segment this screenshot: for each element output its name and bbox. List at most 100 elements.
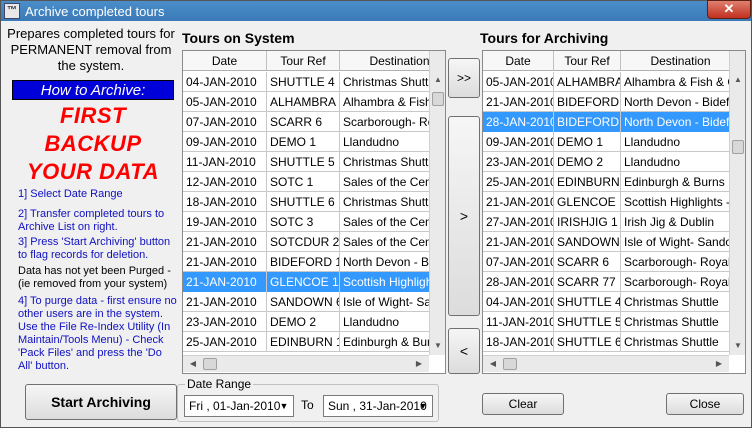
table-row[interactable]: 18-JAN-2010 SHUTTLE 6 Christmas Shuttle: [183, 192, 445, 212]
cell-tour-ref: DEMO 1: [554, 132, 621, 152]
archive-window: ™ Archive completed tours ✕ Prepares com…: [0, 0, 752, 428]
cell-tour-ref: BIDEFORD 1: [554, 92, 621, 112]
system-tours-grid[interactable]: Date Tour Ref Destination 04-JAN-2010 SHU…: [182, 50, 446, 374]
scroll-up-icon[interactable]: ▲: [430, 72, 445, 88]
cell-destination: Alhambra & Fish & Chips: [621, 72, 741, 92]
table-row[interactable]: 07-JAN-2010SCARR 6Scarborough- Royal Hot…: [483, 252, 741, 272]
table-row[interactable]: 12-JAN-2010 SOTC 1 Sales of the Century: [183, 172, 445, 192]
column-header-tour-ref[interactable]: Tour Ref: [267, 51, 340, 71]
cell-tour-ref: EDINBURN 1: [554, 172, 621, 192]
table-row[interactable]: 07-JAN-2010SCARR 6Scarborough- Royal Hot…: [183, 112, 445, 132]
dropdown-arrow-icon[interactable]: ▼: [416, 398, 430, 414]
cell-tour-ref: EDINBURN 1: [267, 332, 340, 352]
table-row[interactable]: 05-JAN-2010ALHAMBRA 2Alhambra & Fish & C…: [483, 72, 741, 92]
cell-destination: Scarborough- Royal Hotel: [621, 272, 741, 292]
move-selected-button[interactable]: >: [448, 116, 480, 316]
cell-date: 21-JAN-2010: [483, 92, 554, 112]
cell-tour-ref: SCARR 6: [267, 112, 340, 132]
table-row[interactable]: 18-JAN-2010 SHUTTLE 6 Christmas Shuttle: [483, 332, 741, 352]
cell-destination: North Devon - Bideford: [621, 112, 741, 132]
cell-tour-ref: SOTC 1: [267, 172, 340, 192]
column-header-tour-ref[interactable]: Tour Ref: [554, 51, 621, 71]
table-row[interactable]: 04-JAN-2010 SHUTTLE 4 Christmas Shuttle: [483, 292, 741, 312]
dropdown-arrow-icon[interactable]: ▼: [277, 398, 291, 414]
column-header-destination[interactable]: Destination: [621, 51, 741, 71]
system-grid-scroll-thumb[interactable]: [432, 92, 444, 106]
cell-tour-ref: DEMO 2: [267, 312, 340, 332]
cell-date: 09-JAN-2010: [483, 132, 554, 152]
system-grid-hscroll-thumb[interactable]: [203, 358, 217, 370]
table-row[interactable]: 28-JAN-2010SCARR 77Scarborough- Royal Ho…: [483, 272, 741, 292]
cell-tour-ref: SHUTTLE 6: [267, 192, 340, 212]
purge-note: Data has not yet been Purged -(ie remove…: [18, 265, 171, 290]
scroll-right-icon[interactable]: ▶: [411, 356, 427, 372]
cell-destination: Christmas Shuttle: [621, 332, 741, 352]
table-row[interactable]: 21-JAN-2010 SOTCDUR 2 Sales of the Century: [183, 232, 445, 252]
scroll-down-icon[interactable]: ▼: [730, 338, 745, 354]
table-row[interactable]: 21-JAN-2010 GLENCOE 1 Scottish Highlights …: [483, 192, 741, 212]
date-to-value: Sun , 31-Jan-2010: [328, 399, 427, 413]
cell-date: 05-JAN-2010: [183, 92, 267, 112]
scroll-left-icon[interactable]: ◀: [485, 356, 501, 372]
title-bar[interactable]: ™ Archive completed tours ✕: [1, 0, 751, 21]
archive-grid-hscroll-thumb[interactable]: [503, 358, 517, 370]
table-row[interactable]: 23-JAN-2010 DEMO 2 Llandudno: [183, 312, 445, 332]
move-all-button[interactable]: >>: [448, 58, 480, 98]
archive-grid-horizontal-scrollbar[interactable]: ◀ ▶: [483, 355, 729, 372]
table-row[interactable]: 19-JAN-2010 SOTC 3 Sales of the Century: [183, 212, 445, 232]
column-header-date[interactable]: Date: [183, 51, 267, 71]
cell-tour-ref: SHUTTLE 5: [267, 152, 340, 172]
description-text: Prepares completed tours for PERMANENT r…: [7, 26, 175, 73]
scroll-down-icon[interactable]: ▼: [430, 338, 445, 354]
cell-tour-ref: DEMO 2: [554, 152, 621, 172]
scroll-left-icon[interactable]: ◀: [185, 356, 201, 372]
cell-tour-ref: SCARR 77: [554, 272, 621, 292]
app-icon: ™: [4, 3, 20, 19]
cell-date: 11-JAN-2010: [483, 312, 554, 332]
archive-grid-header: Date Tour Ref Destination: [483, 51, 741, 71]
table-row[interactable]: 28-JAN-2010BIDEFORD 2North Devon - Bidef…: [483, 112, 741, 132]
table-row[interactable]: 21-JAN-2010SANDOWN 6Isle of Wight- Sando…: [483, 232, 741, 252]
column-header-date[interactable]: Date: [483, 51, 554, 71]
table-row[interactable]: 11-JAN-2010 SHUTTLE 5 Christmas Shuttle: [483, 312, 741, 332]
date-from-picker[interactable]: Fri , 01-Jan-2010 ▼: [184, 395, 294, 417]
table-row[interactable]: 21-JAN-2010 GLENCOE 1 Scottish Highlights: [183, 272, 445, 292]
start-archiving-button[interactable]: Start Archiving: [25, 384, 177, 420]
step-1-text: 1] Select Date Range: [18, 188, 123, 200]
table-row[interactable]: 21-JAN-2010BIDEFORD 1North Devon - Bidef…: [183, 252, 445, 272]
table-row[interactable]: 25-JAN-2010EDINBURN 1Edinburgh & Burns N…: [483, 172, 741, 192]
close-button[interactable]: Close: [666, 393, 744, 415]
move-back-button[interactable]: <: [448, 328, 480, 374]
cell-date: 21-JAN-2010: [483, 232, 554, 252]
table-row[interactable]: 11-JAN-2010 SHUTTLE 5 Christmas Shuttle: [183, 152, 445, 172]
cell-tour-ref: SHUTTLE 5: [554, 312, 621, 332]
cell-destination: Christmas Shuttle: [621, 312, 741, 332]
archive-tours-grid[interactable]: Date Tour Ref Destination 05-JAN-2010 ALH…: [482, 50, 746, 374]
archive-grid-scroll-thumb[interactable]: [732, 140, 744, 154]
clear-button[interactable]: Clear: [482, 393, 564, 415]
step-4-text: 4] To purge data - first ensure no other…: [18, 295, 177, 372]
window-close-button[interactable]: ✕: [707, 0, 751, 19]
scroll-right-icon[interactable]: ▶: [711, 356, 727, 372]
table-row[interactable]: 09-JAN-2010 DEMO 1 Llandudno: [183, 132, 445, 152]
system-grid-horizontal-scrollbar[interactable]: ◀ ▶: [183, 355, 429, 372]
date-to-picker[interactable]: Sun , 31-Jan-2010 ▼: [323, 395, 433, 417]
table-row[interactable]: 21-JAN-2010SANDOWN 6Isle of Wight- Sando…: [183, 292, 445, 312]
table-row[interactable]: 27-JAN-2010 IRISHJIG 1 Irish Jig & Dublin: [483, 212, 741, 232]
table-row[interactable]: 05-JAN-2010ALHAMBRA 1Alhambra & Fish & C…: [183, 92, 445, 112]
table-row[interactable]: 21-JAN-2010BIDEFORD 1North Devon - Bidef…: [483, 92, 741, 112]
cell-tour-ref: SOTCDUR 2: [267, 232, 340, 252]
system-grid-vertical-scrollbar[interactable]: ▲ ▼: [429, 51, 445, 355]
table-row[interactable]: 04-JAN-2010 SHUTTLE 4 Christmas Shuttle: [183, 72, 445, 92]
archive-grid-vertical-scrollbar[interactable]: ▲ ▼: [729, 51, 745, 355]
scroll-up-icon[interactable]: ▲: [730, 72, 745, 88]
cell-tour-ref: ALHAMBRA 2: [554, 72, 621, 92]
table-row[interactable]: 25-JAN-2010EDINBURN 1Edinburgh & Burns N…: [183, 332, 445, 352]
cell-date: 25-JAN-2010: [183, 332, 267, 352]
cell-destination: Scottish Highlights - Isle: [621, 192, 741, 212]
cell-destination: Edinburgh & Burns Night: [621, 172, 741, 192]
cell-date: 18-JAN-2010: [483, 332, 554, 352]
table-row[interactable]: 23-JAN-2010 DEMO 2 Llandudno: [483, 152, 741, 172]
cell-destination: Christmas Shuttle: [621, 292, 741, 312]
table-row[interactable]: 09-JAN-2010 DEMO 1 Llandudno: [483, 132, 741, 152]
